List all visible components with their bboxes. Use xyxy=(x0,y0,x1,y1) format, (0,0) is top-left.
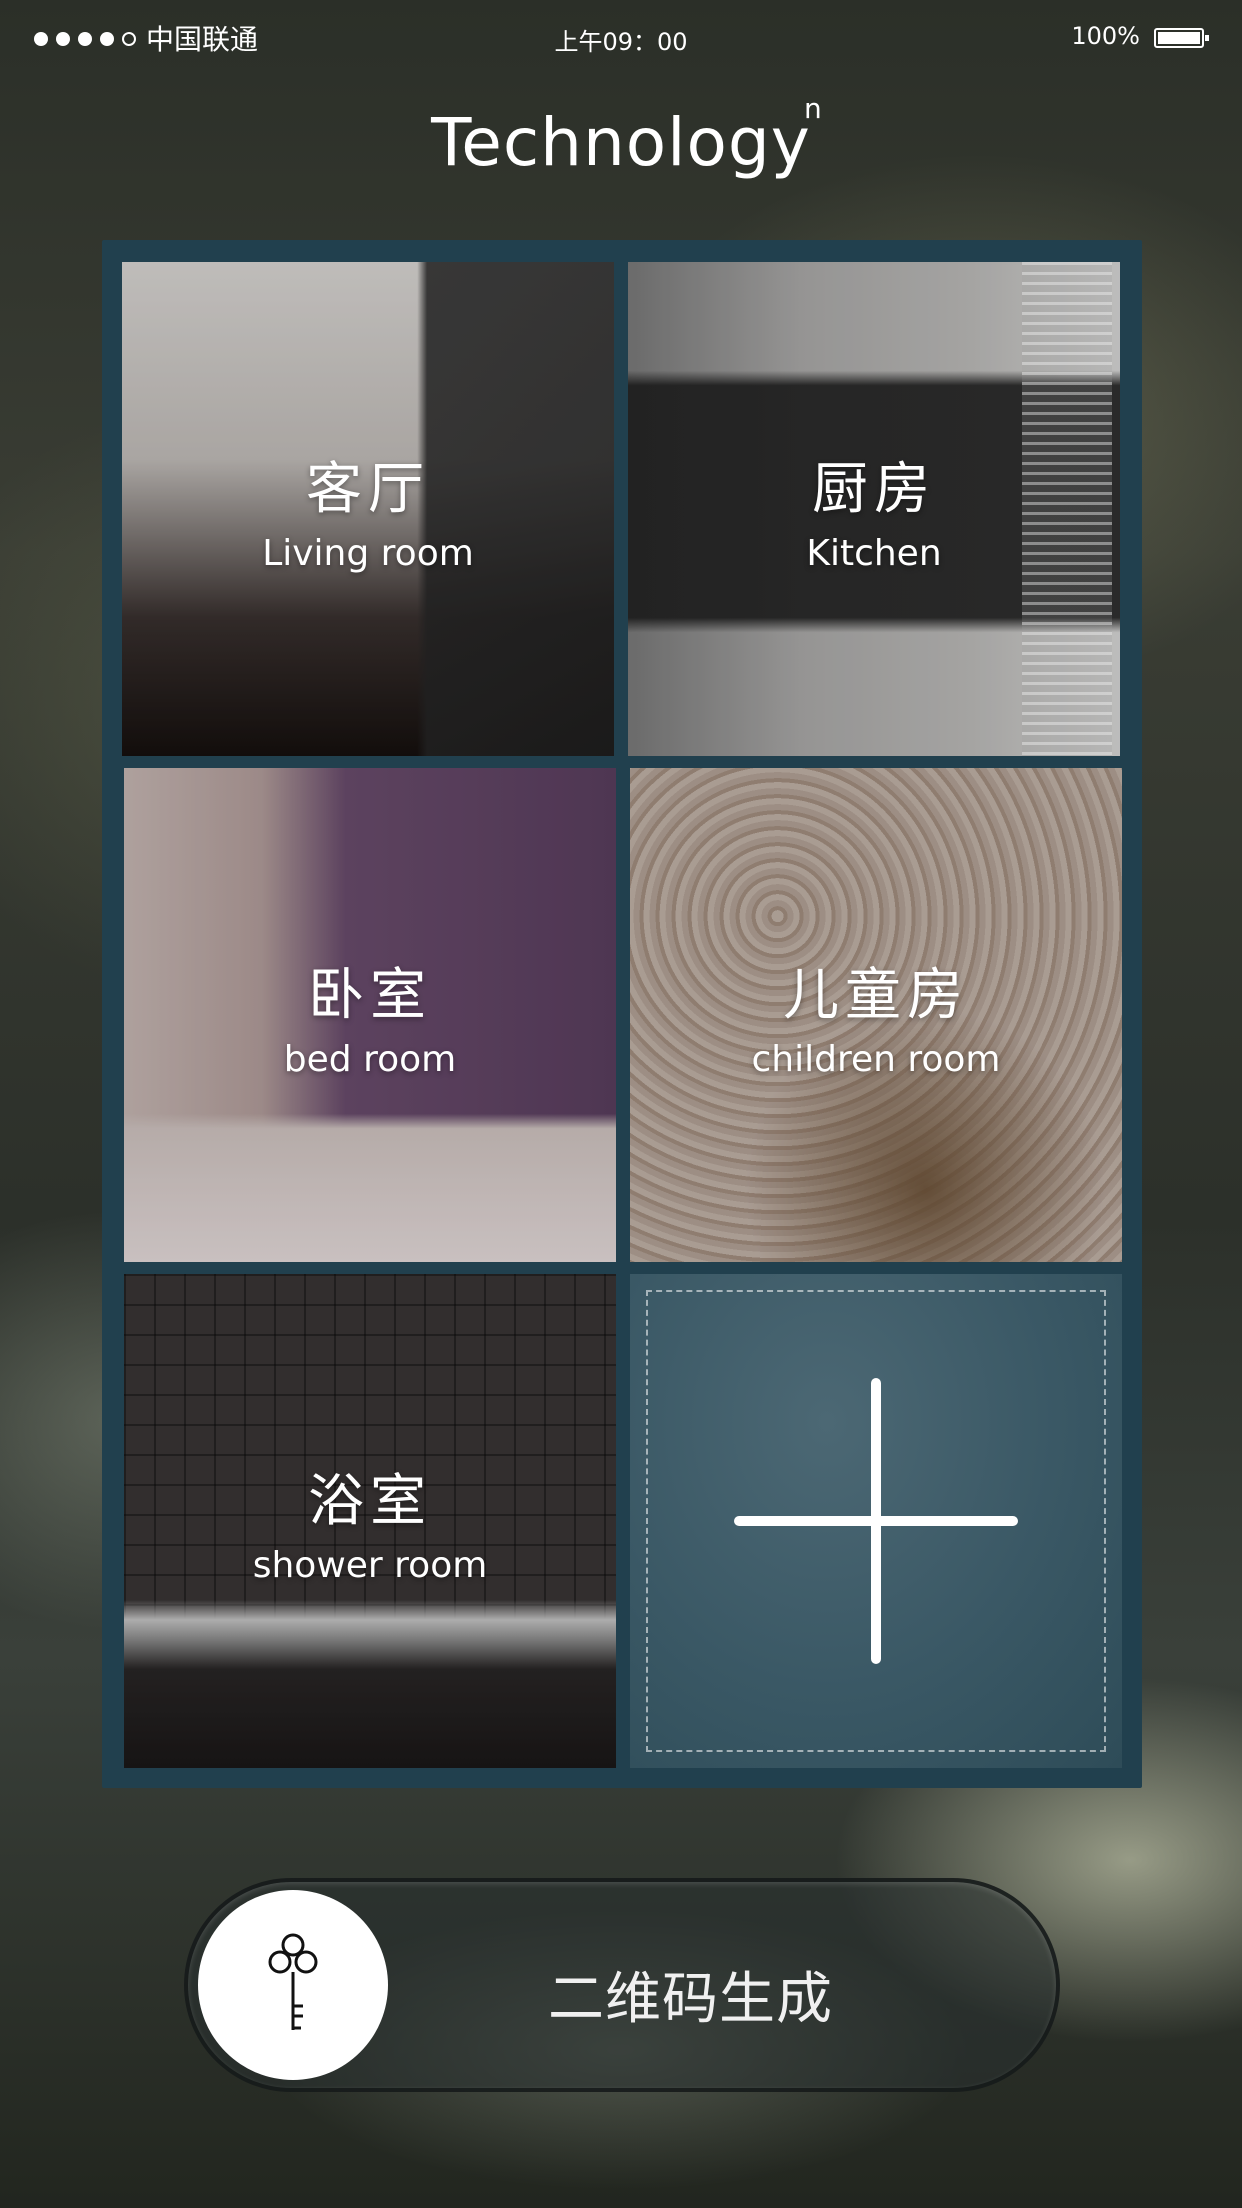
battery-icon xyxy=(1154,28,1209,48)
room-name-zh: 儿童房 xyxy=(782,963,969,1028)
qr-code-generate-button[interactable]: 二维码生成 xyxy=(184,1878,1060,2092)
add-room-button[interactable] xyxy=(630,1274,1122,1768)
page-title: Technology xyxy=(431,104,811,181)
room-name-en: shower room xyxy=(252,1545,488,1586)
room-name-en: Living room xyxy=(262,533,474,574)
room-tile-kitchen[interactable]: 厨房 Kitchen xyxy=(628,262,1120,756)
status-bar: 中国联通 上午09：00 100% xyxy=(0,0,1242,76)
room-name-zh: 厨房 xyxy=(812,457,936,522)
room-name-zh: 浴室 xyxy=(308,1469,432,1534)
room-name-en: Kitchen xyxy=(806,533,942,574)
room-name-zh: 卧室 xyxy=(308,963,432,1028)
status-time: 上午09：00 xyxy=(554,28,688,56)
key-slider-handle[interactable] xyxy=(198,1890,388,2080)
window-blinds xyxy=(1022,262,1112,756)
battery-percentage: 100% xyxy=(1071,22,1140,50)
room-name-zh: 客厅 xyxy=(305,457,430,522)
qr-code-generate-label: 二维码生成 xyxy=(548,1967,833,2032)
room-name-en: bed room xyxy=(283,1039,457,1080)
key-icon xyxy=(268,1933,318,2030)
title-superscript: n xyxy=(804,92,822,125)
room-tile-bed-room[interactable]: 卧室 bed room xyxy=(124,768,616,1262)
room-name-en: children room xyxy=(751,1039,1001,1080)
room-tile-living-room[interactable]: 客厅 Living room xyxy=(122,262,614,756)
room-tile-shower-room[interactable]: 浴室 shower room xyxy=(124,1274,616,1768)
room-tile-children-room[interactable]: 儿童房 children room xyxy=(630,768,1122,1262)
